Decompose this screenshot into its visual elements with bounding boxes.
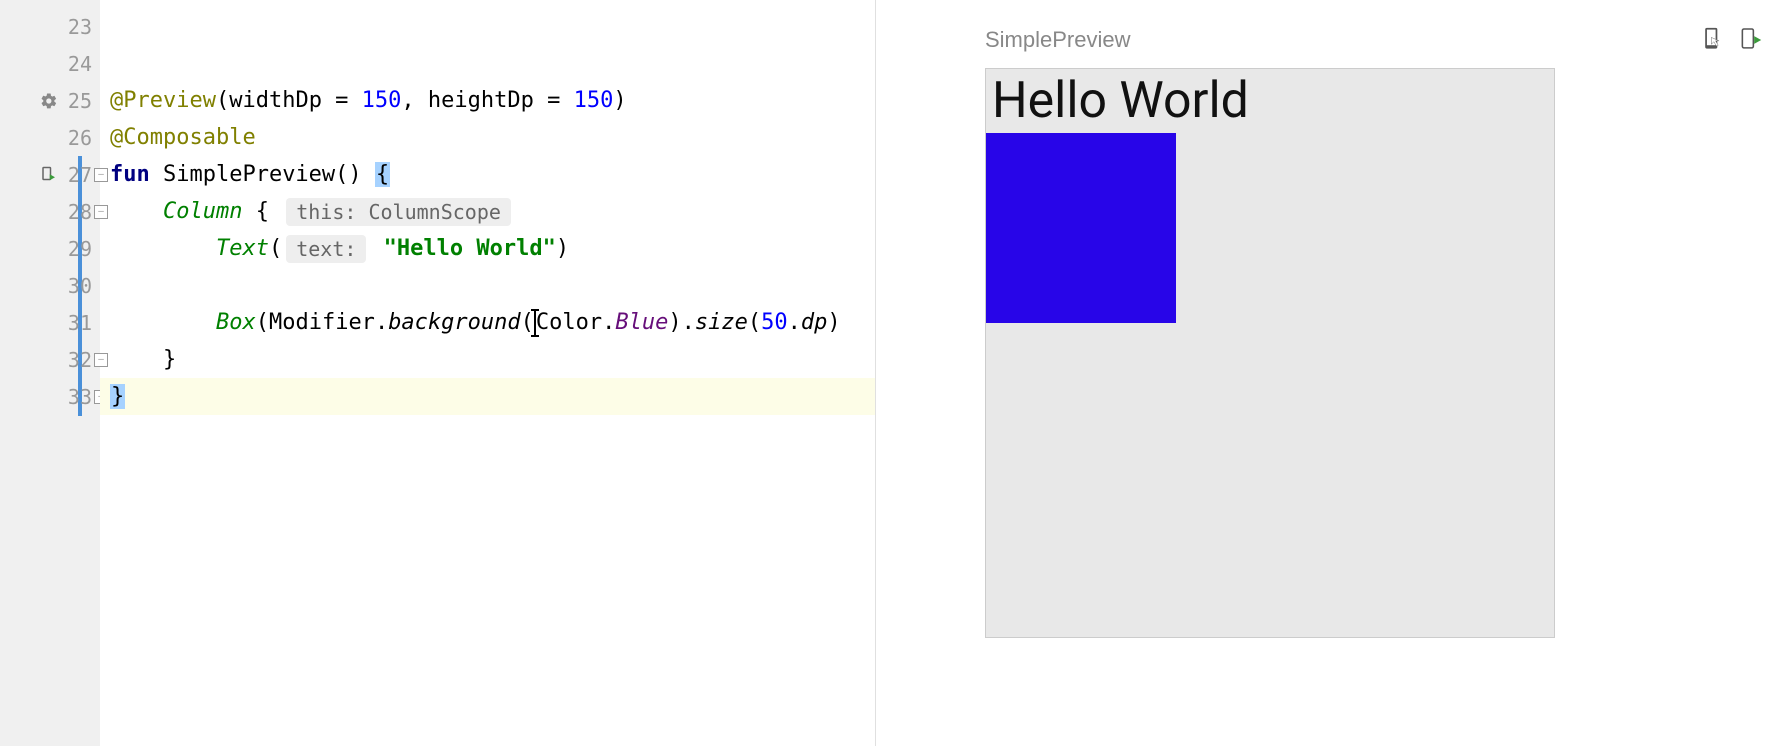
preview-blue-box	[986, 133, 1176, 323]
compose-preview-pane: SimplePreview Hello World	[955, 0, 1792, 746]
line-number: 31	[52, 311, 92, 335]
code-line-26[interactable]: @Composable	[100, 119, 875, 156]
code-line-29[interactable]: Text(text: "Hello World")	[100, 230, 875, 267]
line-number: 26	[52, 126, 92, 150]
code-line-25[interactable]: @Preview(widthDp = 150, heightDp = 150)	[100, 82, 875, 119]
inlay-hint: this: ColumnScope	[286, 198, 511, 226]
line-number: 29	[52, 237, 92, 261]
inlay-hint: text:	[286, 235, 366, 263]
deploy-preview-icon[interactable]	[1740, 27, 1762, 53]
run-gutter-icon[interactable]	[40, 166, 58, 184]
line-number: 25	[52, 89, 92, 113]
matched-brace: }	[110, 384, 125, 409]
code-area[interactable]: @Preview(widthDp = 150, heightDp = 150) …	[100, 0, 875, 746]
code-line-33[interactable]: }	[100, 378, 875, 415]
line-number: 28	[52, 200, 92, 224]
code-line-28[interactable]: Column { this: ColumnScope	[100, 193, 875, 230]
interactive-mode-icon[interactable]	[1702, 27, 1724, 53]
preview-canvas[interactable]: Hello World	[985, 68, 1555, 638]
line-number: 32	[52, 348, 92, 372]
code-line-24[interactable]	[100, 45, 875, 82]
code-line-32[interactable]: }	[100, 341, 875, 378]
line-number: 30	[52, 274, 92, 298]
code-line-27[interactable]: fun SimplePreview() {	[100, 156, 875, 193]
preview-hello-text: Hello World	[986, 69, 1554, 133]
preview-header: SimplePreview	[985, 20, 1762, 60]
line-number: 27	[52, 163, 92, 187]
editor-gutter: 23 24 25 26 27 – 28 – 29 30 31 32 – 33	[0, 0, 100, 746]
text-cursor	[534, 311, 536, 335]
code-line-30[interactable]	[100, 267, 875, 304]
line-number: 24	[52, 52, 92, 76]
line-number: 23	[52, 15, 92, 39]
code-line-23[interactable]	[100, 8, 875, 45]
code-editor-pane: 23 24 25 26 27 – 28 – 29 30 31 32 – 33	[0, 0, 875, 746]
code-line-31[interactable]: Box(Modifier.background(Color.Blue).size…	[100, 304, 875, 341]
matched-brace: {	[375, 162, 390, 187]
line-number: 33	[52, 385, 92, 409]
editor-scroll-track[interactable]	[875, 0, 955, 746]
gear-icon[interactable]	[40, 92, 58, 110]
preview-actions	[1702, 27, 1762, 53]
preview-title: SimplePreview	[985, 27, 1702, 53]
